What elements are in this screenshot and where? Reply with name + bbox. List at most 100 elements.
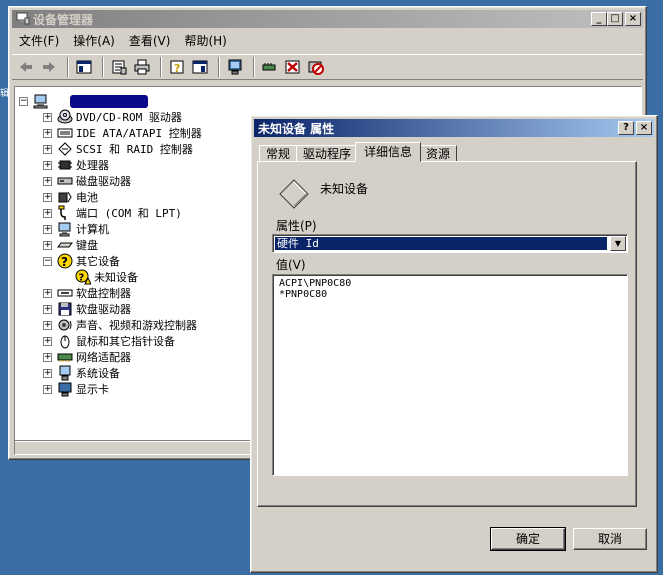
tree-item[interactable]: + 电池 bbox=[43, 189, 98, 205]
menu-file[interactable]: 文件(F) bbox=[12, 30, 66, 51]
device-manager-titlebar[interactable]: 设备管理器 _ □ × bbox=[12, 10, 643, 28]
tree-item[interactable]: + 键盘 bbox=[43, 237, 98, 253]
back-arrow-icon[interactable] bbox=[16, 57, 36, 77]
tree-item-label: 键盘 bbox=[76, 239, 98, 252]
display-adapter-icon bbox=[57, 381, 73, 397]
tab-resources[interactable]: 资源 bbox=[419, 145, 458, 162]
expand-toggle[interactable]: + bbox=[43, 177, 52, 186]
tree-item-label: 声音、视频和游戏控制器 bbox=[76, 319, 197, 332]
update-driver-icon[interactable] bbox=[260, 57, 280, 77]
tree-item[interactable]: + 声音、视频和游戏控制器 bbox=[43, 317, 197, 333]
tree-item[interactable]: + DVD/CD-ROM 驱动器 bbox=[43, 109, 182, 125]
unknown-device-large-icon bbox=[278, 178, 310, 213]
property-dropdown[interactable]: 硬件 Id ▼ bbox=[272, 234, 628, 253]
tree-item[interactable]: + IDE ATA/ATAPI 控制器 bbox=[43, 125, 202, 141]
expand-toggle[interactable]: + bbox=[43, 145, 52, 154]
chevron-down-icon[interactable]: ▼ bbox=[610, 236, 626, 251]
tree-item-label: 端口 (COM 和 LPT) bbox=[76, 207, 182, 220]
tree-item-label: IDE ATA/ATAPI 控制器 bbox=[76, 127, 202, 140]
expand-toggle[interactable]: + bbox=[43, 321, 52, 330]
tree-item-label: 系统设备 bbox=[76, 367, 120, 380]
dialog-titlebar[interactable]: 未知设备 属性 ? × bbox=[254, 119, 654, 137]
tree-item[interactable]: + 计算机 bbox=[43, 221, 109, 237]
tree-item-label: 磁盘驱动器 bbox=[76, 175, 131, 188]
computer-icon bbox=[33, 93, 49, 109]
tree-item[interactable]: + 端口 (COM 和 LPT) bbox=[43, 205, 182, 221]
scan-hardware-icon[interactable] bbox=[225, 57, 245, 77]
tree-root[interactable]: − bbox=[19, 93, 52, 109]
toolbar: ? bbox=[12, 54, 643, 80]
menu-help[interactable]: 帮助(H) bbox=[177, 30, 233, 51]
dialog-close-button[interactable]: × bbox=[636, 121, 652, 135]
value-item[interactable]: *PNP0C80 bbox=[279, 289, 621, 300]
expand-toggle[interactable]: + bbox=[43, 113, 52, 122]
tab-details[interactable]: 详细信息 bbox=[355, 142, 422, 162]
expand-toggle[interactable]: + bbox=[43, 225, 52, 234]
computer-icon bbox=[57, 221, 73, 237]
help-icon[interactable]: ? bbox=[167, 57, 187, 77]
view-toggle-icon[interactable] bbox=[190, 57, 210, 77]
tree-item-label: 电池 bbox=[76, 191, 98, 204]
tree-item-label: 软盘控制器 bbox=[76, 287, 131, 300]
expand-toggle[interactable]: + bbox=[43, 369, 52, 378]
disk-drive-icon bbox=[57, 173, 73, 189]
value-item[interactable]: ACPI\PNP0C80 bbox=[279, 278, 621, 289]
ok-button[interactable]: 确定 bbox=[490, 527, 566, 551]
menu-bar: 文件(F) 操作(A) 查看(V) 帮助(H) bbox=[12, 30, 643, 50]
toolbar-separator bbox=[253, 57, 255, 77]
tree-item[interactable]: + 系统设备 bbox=[43, 365, 120, 381]
battery-icon bbox=[57, 189, 73, 205]
uninstall-icon[interactable] bbox=[283, 57, 303, 77]
tree-child-item[interactable]: ? 未知设备 bbox=[75, 269, 138, 285]
unknown-device-icon: ? bbox=[57, 253, 73, 269]
collapse-toggle[interactable]: − bbox=[43, 257, 52, 266]
tree-item-label: SCSI 和 RAID 控制器 bbox=[76, 143, 193, 156]
values-label: 值(V) bbox=[276, 258, 306, 272]
tree-item-label: 网络适配器 bbox=[76, 351, 131, 364]
processor-icon bbox=[57, 157, 73, 173]
close-button[interactable]: × bbox=[625, 12, 641, 26]
expand-toggle[interactable]: + bbox=[43, 161, 52, 170]
forward-arrow-icon[interactable] bbox=[39, 57, 59, 77]
tree-item[interactable]: + SCSI 和 RAID 控制器 bbox=[43, 141, 193, 157]
expand-toggle[interactable]: + bbox=[43, 289, 52, 298]
expand-toggle[interactable]: + bbox=[43, 385, 52, 394]
expand-toggle[interactable]: + bbox=[43, 209, 52, 218]
tree-item-label: 未知设备 bbox=[94, 271, 138, 284]
tree-item[interactable]: + 软盘控制器 bbox=[43, 285, 131, 301]
print-icon[interactable] bbox=[132, 57, 152, 77]
toolbar-separator bbox=[67, 57, 69, 77]
tab-general[interactable]: 常规 bbox=[259, 145, 298, 162]
disable-device-icon[interactable] bbox=[306, 57, 326, 77]
minimize-button[interactable]: _ bbox=[591, 12, 607, 26]
expand-toggle[interactable]: + bbox=[43, 353, 52, 362]
cdrom-icon bbox=[57, 109, 73, 125]
expand-toggle[interactable]: + bbox=[43, 193, 52, 202]
tree-item[interactable]: + 鼠标和其它指针设备 bbox=[43, 333, 175, 349]
tab-driver[interactable]: 驱动程序 bbox=[296, 145, 359, 162]
expand-toggle[interactable]: + bbox=[43, 129, 52, 138]
show-hide-tree-icon[interactable] bbox=[74, 57, 94, 77]
tree-item[interactable]: + 网络适配器 bbox=[43, 349, 131, 365]
collapse-toggle[interactable]: − bbox=[19, 96, 28, 106]
tree-item-label: 显示卡 bbox=[76, 383, 109, 396]
values-list[interactable]: ACPI\PNP0C80 *PNP0C80 bbox=[272, 274, 628, 476]
expand-toggle[interactable]: + bbox=[43, 337, 52, 346]
menu-action[interactable]: 操作(A) bbox=[66, 30, 122, 51]
property-dropdown-value: 硬件 Id bbox=[274, 236, 608, 251]
expand-toggle[interactable]: + bbox=[43, 241, 52, 250]
tree-item[interactable]: −? 其它设备 bbox=[43, 253, 120, 269]
maximize-button[interactable]: □ bbox=[607, 12, 623, 26]
tree-item[interactable]: + 磁盘驱动器 bbox=[43, 173, 131, 189]
property-label: 属性(P) bbox=[276, 219, 317, 233]
cancel-button[interactable]: 取消 bbox=[573, 528, 647, 550]
expand-toggle[interactable]: + bbox=[43, 305, 52, 314]
properties-icon[interactable] bbox=[109, 57, 129, 77]
dialog-help-button[interactable]: ? bbox=[618, 121, 634, 135]
tree-item[interactable]: + 处理器 bbox=[43, 157, 109, 173]
menu-view[interactable]: 查看(V) bbox=[122, 30, 178, 51]
tree-item-label: 鼠标和其它指针设备 bbox=[76, 335, 175, 348]
svg-text:?: ? bbox=[79, 273, 85, 284]
tree-item[interactable]: + 软盘驱动器 bbox=[43, 301, 131, 317]
tree-item[interactable]: + 显示卡 bbox=[43, 381, 109, 397]
